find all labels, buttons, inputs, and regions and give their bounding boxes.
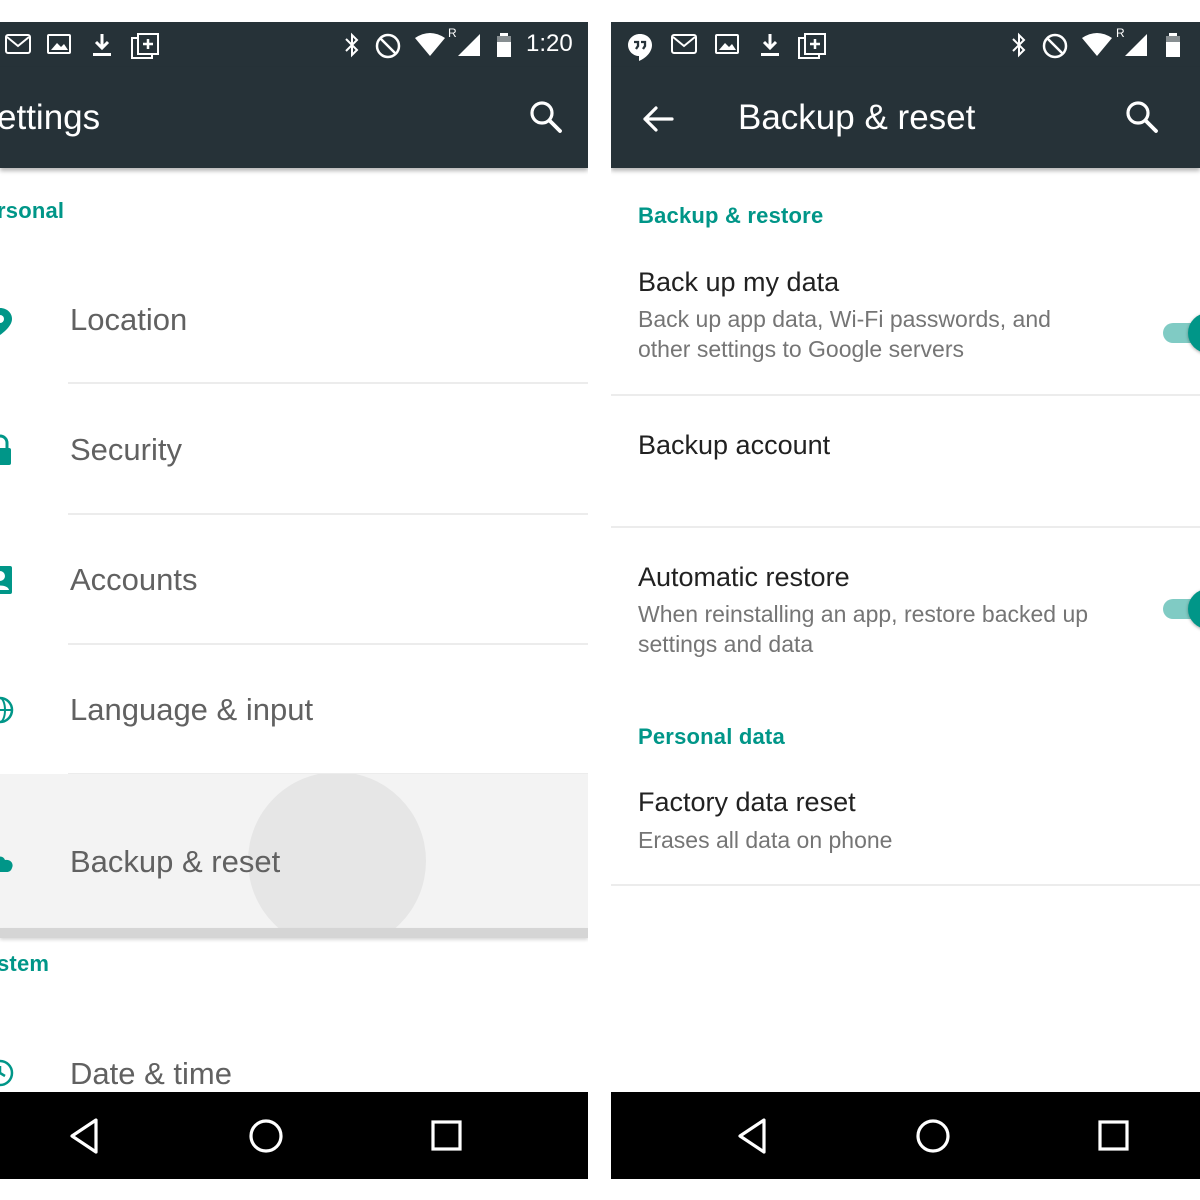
app-bar: Backup & reset bbox=[611, 67, 1200, 168]
pref-automatic-restore[interactable]: Automatic restore When reinstalling an a… bbox=[611, 528, 1200, 688]
section-header-backup-restore: Backup & restore bbox=[638, 203, 824, 228]
search-icon[interactable] bbox=[1124, 99, 1160, 135]
wifi-icon bbox=[415, 33, 445, 56]
cloud-icon bbox=[0, 856, 13, 872]
battery-icon bbox=[1166, 33, 1180, 57]
cell-signal-icon bbox=[1125, 34, 1147, 56]
pref-title: Factory data reset bbox=[638, 787, 856, 817]
gmail-icon bbox=[671, 34, 697, 54]
backup-reset-screen: R Backup & reset Backup & restore Back u… bbox=[611, 22, 1200, 1179]
navigation-bar bbox=[0, 1092, 588, 1179]
toggle-thumb bbox=[1188, 313, 1200, 353]
nav-back-icon[interactable] bbox=[735, 1116, 775, 1156]
pref-summary: Back up app data, Wi-Fi passwords, and o… bbox=[638, 306, 1051, 362]
nav-recents-icon[interactable] bbox=[427, 1116, 467, 1156]
do-not-disturb-icon bbox=[1042, 33, 1068, 59]
divider bbox=[611, 884, 1200, 886]
automatic-restore-toggle[interactable] bbox=[1163, 589, 1200, 629]
navigation-bar bbox=[611, 1092, 1200, 1179]
bluetooth-icon bbox=[345, 32, 359, 58]
pref-backup-account[interactable]: Backup account bbox=[611, 396, 1200, 526]
nav-back-icon[interactable] bbox=[67, 1116, 107, 1156]
toggle-thumb bbox=[1188, 589, 1200, 629]
image-icon bbox=[715, 34, 739, 54]
search-icon[interactable] bbox=[528, 99, 564, 135]
page-title: ettings bbox=[0, 98, 101, 137]
page-title: Backup & reset bbox=[738, 98, 976, 137]
app-bar: ettings bbox=[0, 67, 588, 168]
lock-icon bbox=[0, 434, 11, 465]
section-header-system: stem bbox=[0, 951, 50, 976]
status-time: 1:20 bbox=[526, 30, 573, 57]
settings-item-location[interactable]: Location bbox=[0, 254, 588, 384]
bluetooth-icon bbox=[1012, 32, 1026, 58]
section-header-personal: rsonal bbox=[0, 198, 65, 223]
nav-recents-icon[interactable] bbox=[1094, 1116, 1134, 1156]
hangouts-add-icon bbox=[131, 33, 159, 59]
hangouts-icon bbox=[628, 34, 652, 61]
pref-title: Automatic restore bbox=[638, 562, 850, 592]
location-icon bbox=[0, 308, 12, 335]
cell-signal-icon bbox=[458, 34, 480, 56]
arrow-back-icon[interactable] bbox=[641, 103, 675, 135]
back-up-my-data-toggle[interactable] bbox=[1163, 313, 1200, 353]
download-icon bbox=[761, 34, 779, 56]
battery-icon bbox=[497, 33, 511, 57]
account-icon bbox=[0, 566, 12, 594]
settings-item-label: Location bbox=[70, 302, 188, 337]
settings-item-label: Language & input bbox=[70, 692, 314, 727]
settings-item-label: Security bbox=[70, 432, 182, 467]
status-bar: R 1:20 bbox=[0, 22, 588, 67]
do-not-disturb-icon bbox=[375, 33, 401, 59]
gmail-icon bbox=[5, 34, 31, 54]
clock-icon bbox=[0, 1059, 14, 1087]
section-header-personal-data: Personal data bbox=[638, 724, 785, 749]
pref-back-up-my-data[interactable]: Back up my data Back up app data, Wi-Fi … bbox=[611, 252, 1200, 394]
pref-title: Back up my data bbox=[638, 267, 840, 297]
pref-title: Backup account bbox=[638, 430, 831, 460]
settings-item-security[interactable]: Security bbox=[0, 384, 588, 514]
nav-home-icon[interactable] bbox=[246, 1116, 286, 1156]
pref-factory-data-reset[interactable]: Factory data reset Erases all data on ph… bbox=[611, 772, 1200, 884]
hangouts-add-icon bbox=[798, 33, 826, 59]
divider bbox=[0, 928, 588, 938]
settings-item-accounts[interactable]: Accounts bbox=[0, 514, 588, 644]
settings-item-label: Backup & reset bbox=[70, 844, 281, 879]
settings-item-language-input[interactable]: Language & input bbox=[0, 644, 588, 774]
settings-item-backup-reset[interactable]: Backup & reset bbox=[0, 774, 588, 928]
settings-item-label: Date & time bbox=[70, 1056, 232, 1091]
pref-summary: Erases all data on phone bbox=[638, 827, 893, 853]
download-icon bbox=[93, 34, 111, 56]
wifi-icon bbox=[1082, 33, 1112, 56]
nav-home-icon[interactable] bbox=[913, 1116, 953, 1156]
settings-item-label: Accounts bbox=[70, 562, 198, 597]
globe-icon bbox=[0, 696, 14, 724]
pref-summary: When reinstalling an app, restore backed… bbox=[638, 601, 1089, 657]
image-icon bbox=[47, 34, 71, 54]
settings-screen: R 1:20 ettings rsonal Location Security … bbox=[0, 22, 588, 1179]
status-bar: R bbox=[611, 22, 1200, 67]
